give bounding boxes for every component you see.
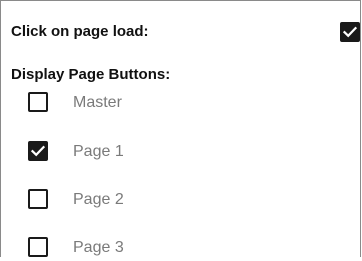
display-page-buttons-label: Display Page Buttons: bbox=[11, 66, 171, 83]
click-on-load-label: Click on page load: bbox=[11, 23, 149, 40]
checkmark-icon bbox=[30, 145, 46, 157]
page-button-option-page-3[interactable]: Page 3 bbox=[28, 237, 328, 261]
page-checkbox-page-1[interactable] bbox=[28, 141, 48, 161]
page-button-option-page-2[interactable]: Page 2 bbox=[28, 189, 328, 213]
settings-panel: Click on page load: Display Page Buttons… bbox=[0, 0, 361, 257]
page-button-option-master[interactable]: Master bbox=[28, 92, 328, 116]
page-option-label: Page 3 bbox=[73, 239, 124, 256]
click-on-load-row: Click on page load: bbox=[11, 20, 361, 44]
page-button-option-page-1[interactable]: Page 1 bbox=[28, 141, 328, 165]
click-on-load-checkbox[interactable] bbox=[340, 22, 360, 42]
checkmark-icon bbox=[342, 26, 358, 38]
page-option-label: Master bbox=[73, 94, 122, 111]
page-option-label: Page 2 bbox=[73, 191, 124, 208]
page-option-label: Page 1 bbox=[73, 143, 124, 160]
page-checkbox-master[interactable] bbox=[28, 92, 48, 112]
page-checkbox-page-2[interactable] bbox=[28, 189, 48, 209]
page-checkbox-page-3[interactable] bbox=[28, 237, 48, 257]
